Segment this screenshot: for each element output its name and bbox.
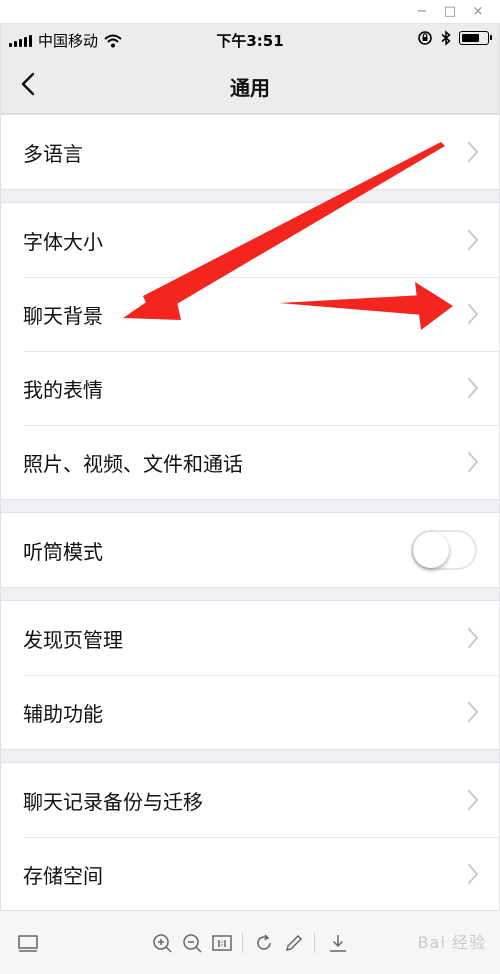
toolbar-divider bbox=[314, 933, 315, 953]
settings-row[interactable]: 聊天背景 bbox=[1, 277, 499, 351]
battery-icon bbox=[459, 31, 492, 45]
download-icon bbox=[330, 935, 346, 952]
chevron-right-icon bbox=[468, 702, 478, 722]
settings-group: 字体大小聊天背景我的表情照片、视频、文件和通话 bbox=[1, 202, 499, 500]
chevron-right-icon bbox=[468, 864, 478, 884]
actual-size-button[interactable] bbox=[210, 931, 234, 955]
earpiece-mode-toggle[interactable] bbox=[411, 530, 477, 570]
settings-row[interactable]: 聊天记录备份与迁移 bbox=[1, 763, 499, 837]
settings-group: 聊天记录备份与迁移 存储空间 bbox=[1, 762, 499, 910]
battery-level-fill bbox=[462, 34, 480, 42]
settings-row-label: 字体大小 bbox=[23, 229, 103, 254]
maximize-icon[interactable]: □ bbox=[440, 2, 460, 22]
settings-row[interactable]: 多语言 bbox=[1, 115, 499, 189]
thumbnail-icon bbox=[18, 935, 38, 952]
settings-row[interactable]: 存储空间 bbox=[1, 837, 499, 910]
thumbnail-button[interactable] bbox=[16, 931, 40, 955]
settings-row[interactable]: 听筒模式 bbox=[1, 513, 499, 587]
chevron-right-icon bbox=[468, 304, 478, 324]
toggle-knob bbox=[413, 532, 449, 568]
chevron-right-icon bbox=[468, 230, 478, 250]
chevron-right-icon bbox=[468, 378, 478, 398]
toolbar-divider bbox=[242, 933, 243, 953]
rotate-button[interactable] bbox=[252, 931, 276, 955]
watermark: Bai 经验 bbox=[417, 933, 486, 952]
zoom-out-icon bbox=[183, 934, 202, 953]
zoom-in-icon bbox=[153, 934, 172, 953]
settings-row-label: 听筒模式 bbox=[23, 539, 103, 564]
viewer-toolbar: Bai 经验 bbox=[0, 910, 500, 974]
chevron-right-icon bbox=[468, 452, 478, 472]
minimize-icon[interactable]: − bbox=[412, 2, 432, 22]
settings-row-label: 发现页管理 bbox=[23, 627, 123, 652]
settings-row-label: 我的表情 bbox=[23, 377, 103, 402]
viewer-title-bar: − □ × bbox=[0, 0, 500, 24]
bluetooth-icon bbox=[441, 30, 451, 46]
edit-button[interactable] bbox=[282, 931, 306, 955]
settings-group: 多语言 bbox=[1, 114, 499, 190]
status-right bbox=[417, 30, 492, 46]
page-title: 通用 bbox=[230, 76, 270, 100]
rotation-lock-icon bbox=[418, 31, 432, 45]
close-icon[interactable]: × bbox=[468, 2, 488, 22]
settings-row-label: 多语言 bbox=[23, 141, 83, 166]
settings-row-label: 存储空间 bbox=[23, 863, 103, 888]
settings-row-label: 聊天背景 bbox=[23, 303, 103, 328]
settings-row-label: 聊天记录备份与迁移 bbox=[23, 789, 203, 814]
settings-row[interactable]: 照片、视频、文件和通话 bbox=[1, 425, 499, 499]
settings-row[interactable]: 辅助功能 bbox=[1, 675, 499, 749]
chevron-right-icon bbox=[468, 142, 478, 162]
chevron-right-icon bbox=[468, 790, 478, 810]
edit-icon bbox=[285, 934, 303, 952]
zoom-in-button[interactable] bbox=[150, 931, 174, 955]
settings-row[interactable]: 发现页管理 bbox=[1, 601, 499, 675]
phone-screen: 中国移动 下午3:51 通用 多语言 字体大小 聊天背景 我的表情 照片、视频、… bbox=[0, 24, 500, 910]
settings-row[interactable]: 我的表情 bbox=[1, 351, 499, 425]
navigation-bar: 通用 bbox=[1, 56, 499, 114]
zoom-out-button[interactable] bbox=[180, 931, 204, 955]
chevron-right-icon bbox=[468, 628, 478, 648]
settings-row-label: 辅助功能 bbox=[23, 701, 103, 726]
settings-row-label: 照片、视频、文件和通话 bbox=[23, 451, 243, 476]
actual-size-icon bbox=[212, 935, 232, 951]
settings-list: 多语言 字体大小 聊天背景 我的表情 照片、视频、文件和通话 听筒模式 发现页管理 辅助功能聊… bbox=[1, 114, 499, 910]
settings-group: 听筒模式 bbox=[1, 512, 499, 588]
rotate-icon bbox=[257, 934, 271, 950]
status-bar: 中国移动 下午3:51 bbox=[1, 24, 499, 56]
settings-row[interactable]: 字体大小 bbox=[1, 203, 499, 277]
settings-group: 发现页管理 辅助功能 bbox=[1, 600, 499, 750]
download-button[interactable] bbox=[326, 931, 350, 955]
